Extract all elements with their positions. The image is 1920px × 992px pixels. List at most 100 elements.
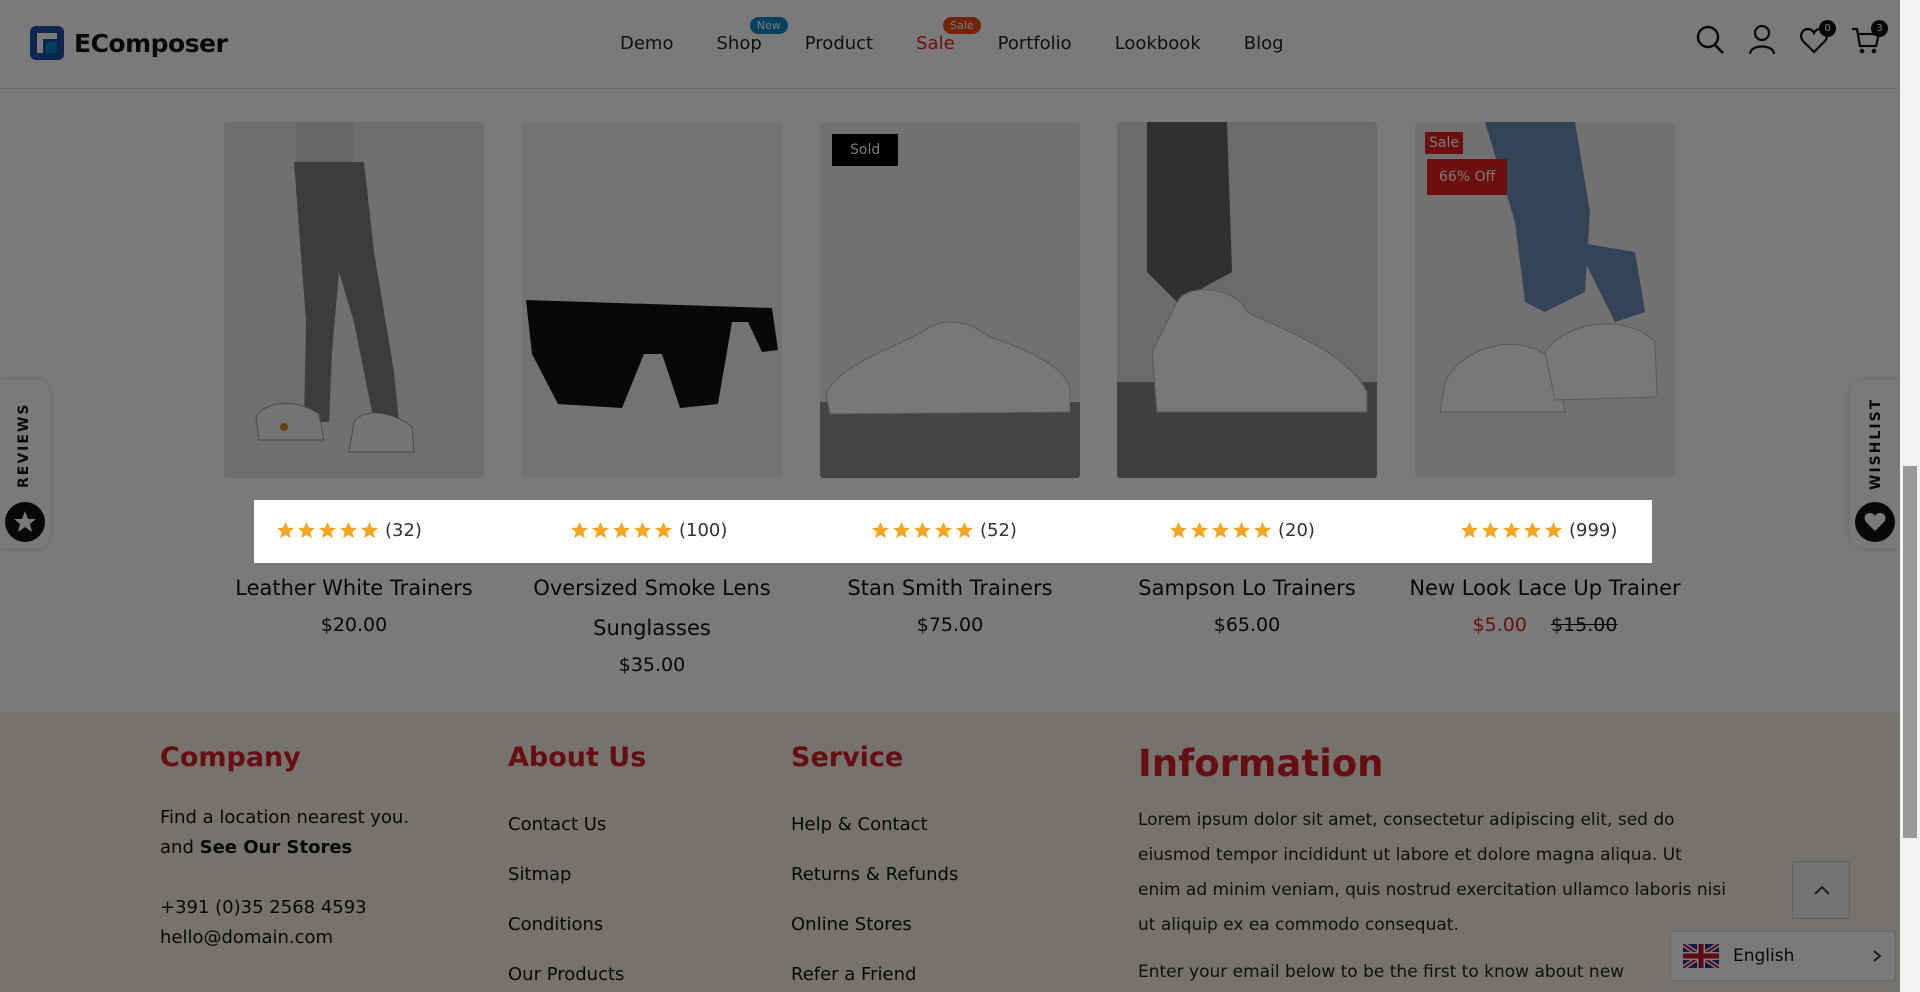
nav-badge-new: New (749, 17, 788, 34)
product-card[interactable]: Sold Stan Smith Trainers $75.00 (820, 122, 1080, 636)
page-scrollbar[interactable] (1900, 0, 1920, 992)
star-icon (360, 521, 379, 539)
heart-icon (1864, 513, 1886, 531)
footer-title-company: Company (160, 742, 301, 773)
wishlist-label: WISHLIST (1868, 397, 1884, 490)
footer-link[interactable]: Help & Contact (791, 813, 958, 837)
product-price: $65.00 (1213, 614, 1281, 636)
product-image[interactable] (224, 122, 484, 478)
product-photo-sneaker (820, 122, 1080, 478)
reviews-label: REVIEWS (16, 402, 32, 488)
star-icon (1169, 521, 1188, 539)
wishlist-side-tab[interactable]: WISHLIST (1850, 380, 1900, 548)
star-rating (1460, 521, 1563, 540)
footer-link[interactable]: Conditions (508, 913, 646, 937)
product-name[interactable]: Stan Smith Trainers (790, 568, 1110, 608)
product-photo-sunglasses (522, 122, 782, 478)
search-button[interactable] (1695, 24, 1725, 56)
back-to-top-button[interactable] (1792, 861, 1850, 919)
rating-summary[interactable]: (20) (1169, 520, 1315, 541)
footer-link[interactable]: Online Stores (791, 913, 958, 937)
company-line2: and See Our Stores (160, 833, 409, 863)
star-rating (276, 521, 379, 540)
nav-shop[interactable]: Shop New (716, 17, 788, 58)
main-nav: Demo Shop New Product Sale Sale Portfoli… (620, 17, 1327, 58)
star-icon (1544, 521, 1563, 539)
nav-blog[interactable]: Blog (1244, 30, 1284, 58)
product-image[interactable]: Sold (820, 122, 1080, 478)
star-icon (654, 521, 673, 539)
product-name[interactable]: Sampson Lo Trainers (1087, 568, 1407, 608)
star-icon (318, 521, 337, 539)
star-icon (1523, 521, 1542, 539)
site-header: EComposer Demo Shop New Product Sale Sal… (0, 0, 1900, 89)
product-image[interactable] (522, 122, 782, 478)
star-rating (871, 521, 974, 540)
star-rating (570, 521, 673, 540)
user-icon (1748, 24, 1776, 55)
review-count: (32) (385, 520, 422, 541)
product-card[interactable]: Leather White Trainers $20.00 (224, 122, 484, 636)
product-name[interactable]: Leather White Trainers (194, 568, 514, 608)
product-card[interactable]: Sampson Lo Trainers $65.00 (1117, 122, 1377, 636)
brand-name: EComposer (74, 28, 228, 58)
review-count: (999) (1569, 520, 1618, 541)
wishlist-button[interactable]: 0 (1799, 20, 1836, 56)
reviews-side-tab[interactable]: REVIEWS (0, 380, 50, 548)
product-card[interactable]: Oversized Smoke Lens Sunglasses $35.00 (522, 122, 782, 676)
star-icon (1190, 521, 1209, 539)
compare-price: $15.00 (1550, 614, 1618, 636)
star-icon (1502, 521, 1521, 539)
nav-lookbook[interactable]: Lookbook (1115, 30, 1201, 58)
footer-link[interactable]: Refer a Friend (791, 963, 958, 987)
footer-link[interactable]: Contact Us (508, 813, 646, 837)
nav-shop-label: Shop (716, 33, 762, 54)
footer-information: Information Lorem ipsum dolor sit amet, … (1138, 742, 1728, 990)
footer-link[interactable]: Returns & Refunds (791, 863, 958, 887)
star-rating (1169, 521, 1272, 540)
nav-product[interactable]: Product (805, 30, 873, 58)
product-photo-trainer (1117, 122, 1377, 478)
company-email[interactable]: hello@domain.com (160, 923, 409, 953)
cart-button[interactable]: 3 (1851, 20, 1888, 56)
site-footer: Company Find a location nearest you. and… (0, 712, 1900, 992)
product-card[interactable]: Sale 66% Off New Look Lace Up Trainer $5… (1409, 122, 1681, 636)
nav-sale[interactable]: Sale Sale (916, 17, 981, 58)
product-price: $75.00 (916, 614, 984, 636)
star-icon (892, 521, 911, 539)
company-phone[interactable]: +391 (0)35 2568 4593 (160, 893, 409, 923)
language-selector[interactable]: English (1670, 931, 1896, 981)
rating-summary[interactable]: (52) (871, 520, 1017, 541)
product-price: $20.00 (320, 614, 388, 636)
product-name[interactable]: New Look Lace Up Trainer (1385, 568, 1705, 608)
cart-count: 3 (1871, 20, 1888, 37)
company-line2-prefix: and (160, 837, 194, 858)
reviews-button[interactable] (5, 502, 45, 542)
scrollbar-thumb[interactable] (1903, 466, 1917, 838)
account-button[interactable] (1747, 24, 1777, 56)
nav-demo[interactable]: Demo (620, 30, 673, 58)
product-name[interactable]: Oversized Smoke Lens Sunglasses (492, 568, 812, 648)
product-image[interactable] (1117, 122, 1377, 478)
star-icon (934, 521, 953, 539)
wishlist-side-button[interactable] (1855, 502, 1895, 542)
star-icon (1460, 521, 1479, 539)
star-icon (1253, 521, 1272, 539)
rating-summary[interactable]: (32) (276, 520, 422, 541)
nav-portfolio[interactable]: Portfolio (998, 30, 1072, 58)
brand-logo[interactable]: EComposer (30, 26, 228, 60)
star-icon (871, 521, 890, 539)
uk-flag-icon (1683, 944, 1719, 968)
see-our-stores-link[interactable]: See Our Stores (200, 837, 353, 858)
product-image[interactable]: Sale 66% Off (1415, 122, 1675, 478)
star-icon (612, 521, 631, 539)
language-label: English (1733, 946, 1795, 966)
star-icon (339, 521, 358, 539)
chevron-right-icon (1873, 950, 1882, 962)
footer-link[interactable]: Our Products (508, 963, 646, 987)
footer-link[interactable]: Sitmap (508, 863, 646, 887)
rating-summary[interactable]: (999) (1460, 520, 1617, 541)
product-price: $5.00 $15.00 (1385, 614, 1705, 636)
rating-summary[interactable]: (100) (570, 520, 727, 541)
star-icon (14, 511, 36, 532)
